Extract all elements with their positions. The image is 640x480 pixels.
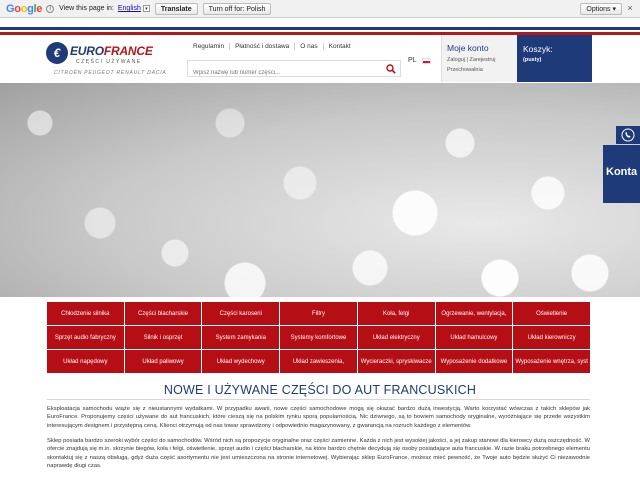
logo-tagline: CZĘŚCI UŻYWANE [76, 59, 142, 65]
nav-link-o-nas[interactable]: O nas [295, 43, 324, 50]
offer-paragraph: Sklep posiada bardzo szeroki wybór częśc… [47, 438, 590, 470]
top-navigation: Regulamin Płatność i dostawa O nas Konta… [188, 43, 356, 50]
login-register-links[interactable]: Zaloguj | Zarejestruj [447, 57, 517, 63]
category-button[interactable]: Układ zawieszenia, [280, 350, 357, 373]
cart-title: Koszyk: [523, 44, 553, 54]
logo-emblem-icon: € [46, 42, 68, 64]
title-divider [47, 399, 590, 400]
search-box [187, 60, 401, 81]
category-button[interactable]: Układ paliwowy [124, 350, 202, 373]
translate-button[interactable]: Translate [154, 2, 198, 15]
category-button[interactable]: Filtry [280, 302, 357, 325]
site-header: € EUROFRANCE CZĘŚCI UŻYWANE CITROËN PEUG… [0, 35, 640, 83]
category-button[interactable]: System zamykania [202, 326, 280, 349]
category-button[interactable]: Wyposażenie wnętrza, syst [513, 350, 590, 373]
intro-paragraph: Eksploatacja samochodu wiąże się z nieus… [47, 406, 590, 429]
storage-link[interactable]: Przechowalnia [447, 67, 517, 73]
translate-view-label: View this page in: [59, 5, 114, 12]
hero-banner [0, 83, 640, 297]
translate-bar: Google i View this page in: English ▾ Tr… [0, 0, 640, 18]
category-button[interactable]: Układ napędowy [47, 350, 124, 373]
category-button[interactable]: Wycieraczki, spryskiwacze [357, 350, 435, 373]
turn-off-translate-button[interactable]: Turn off for: Polish [202, 2, 272, 15]
page-title: NOWE I UŻYWANE CZĘŚCI DO AUT FRANCUSKICH [163, 383, 477, 397]
category-button[interactable]: Układ hamulcowy [435, 326, 513, 349]
category-button[interactable]: Koła, felgi [357, 302, 435, 325]
category-button[interactable]: Wyposażenie dodatkowe [435, 350, 513, 373]
phone-icon [621, 128, 635, 142]
logo-name: EUROFRANCE [70, 44, 153, 58]
search-input[interactable] [188, 65, 378, 81]
category-button[interactable]: Części blacharskie [124, 302, 202, 325]
category-button[interactable]: Części karoserii [202, 302, 280, 325]
cart-panel[interactable]: Koszyk: (pusty) [517, 35, 592, 82]
account-title[interactable]: Moje konto [447, 43, 517, 53]
translate-options-button[interactable]: Options ▾ [580, 3, 622, 15]
category-button[interactable]: Oświetlenie [513, 302, 590, 325]
account-panel: Moje konto Zaloguj | Zarejestruj Przecho… [441, 35, 517, 82]
nav-link-platnosc[interactable]: Płatność i dostawa [230, 43, 296, 50]
category-button[interactable]: Silnik i osprzęt [124, 326, 202, 349]
category-button[interactable]: Systemy komfortowe [280, 326, 357, 349]
category-button[interactable]: Układ elektryczny [357, 326, 435, 349]
cart-status: (pusty) [523, 57, 542, 63]
search-icon[interactable] [386, 64, 396, 74]
site-logo[interactable]: € EUROFRANCE CZĘŚCI UŻYWANE CITROËN PEUG… [46, 42, 171, 80]
category-button[interactable]: Sprzęt audio fabryczny [47, 326, 124, 349]
nav-link-kontakt[interactable]: Kontakt [324, 43, 356, 50]
category-button[interactable]: Ogrzewanie, wentylacja, [435, 302, 513, 325]
info-icon[interactable]: i [46, 4, 55, 13]
category-button[interactable]: Układ kierowniczy [513, 326, 590, 349]
contact-side-tab[interactable]: Konta [603, 145, 640, 203]
language-switcher[interactable]: PL [408, 57, 431, 64]
language-code: PL [408, 57, 417, 64]
category-button[interactable]: Chłodzenie silnika [47, 302, 124, 325]
google-logo: Google [6, 2, 43, 15]
close-icon[interactable]: × [625, 3, 635, 14]
category-grid: Chłodzenie silnika Części blacharskie Częś… [47, 302, 590, 373]
category-button[interactable]: Układ wydechowy [202, 350, 280, 373]
header-stripe [0, 27, 640, 35]
translate-language-select[interactable]: English [118, 5, 141, 12]
chevron-down-icon[interactable]: ▾ [142, 5, 150, 12]
nav-link-regulamin[interactable]: Regulamin [188, 43, 231, 50]
logo-brands: CITROËN PEUGEOT RENAULT DACIA [54, 70, 167, 76]
poland-flag-icon [421, 57, 431, 64]
phone-contact-tab[interactable] [616, 126, 640, 144]
